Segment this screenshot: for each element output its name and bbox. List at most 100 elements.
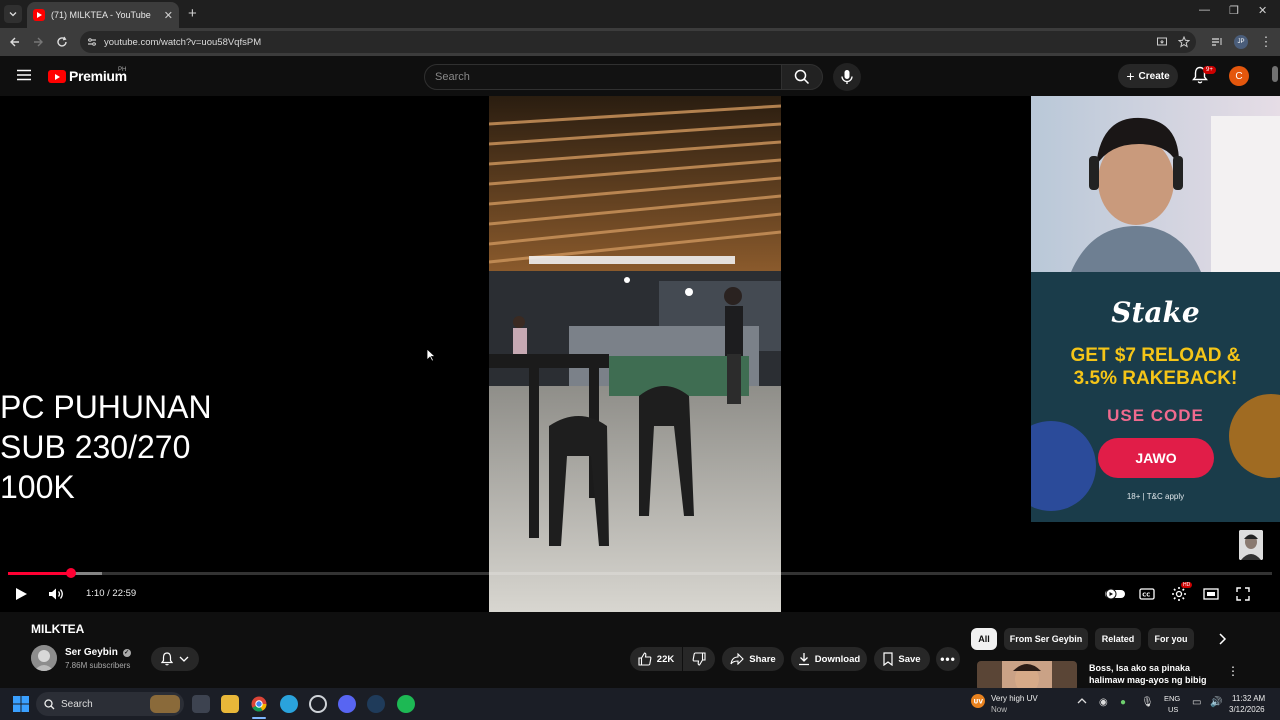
save-button[interactable]: Save <box>874 647 930 671</box>
theater-mode-button[interactable] <box>1202 585 1220 603</box>
chip-related[interactable]: Related <box>1095 628 1141 650</box>
mute-button[interactable] <box>47 585 65 603</box>
more-horizontal-icon: ••• <box>940 652 956 666</box>
thumbs-down-icon <box>692 652 706 666</box>
bookmark-icon <box>883 652 894 666</box>
ad-brand-logo: Stake <box>1111 296 1200 329</box>
thumbs-up-icon <box>638 652 652 666</box>
show-hidden-icons-icon[interactable] <box>1077 697 1087 705</box>
captions-button[interactable]: CC <box>1138 585 1156 603</box>
page-scrollbar[interactable] <box>1272 66 1278 82</box>
hamburger-menu-icon[interactable] <box>17 69 31 81</box>
video-player[interactable]: PC PUHUNAN SUB 230/270 100K Stake GET $7 <box>0 96 1280 612</box>
chip-from-channel[interactable]: From Ser Geybin <box>1004 628 1088 650</box>
share-button[interactable]: Share <box>722 647 784 671</box>
progress-track[interactable] <box>8 572 1272 575</box>
profile-button[interactable]: JP <box>1232 33 1250 51</box>
forward-arrow-icon[interactable] <box>29 33 47 51</box>
back-arrow-icon[interactable] <box>6 33 24 51</box>
end-screen-thumbnail[interactable] <box>1239 530 1263 560</box>
save-label: Save <box>898 653 921 665</box>
language-indicator[interactable]: ENG <box>1164 694 1180 703</box>
close-tab-icon[interactable]: ✕ <box>164 9 173 22</box>
chrome-icon[interactable] <box>250 695 268 713</box>
channel-avatar[interactable] <box>31 645 57 671</box>
channel-name[interactable]: Ser Geybin ✓ <box>65 647 131 658</box>
gear-icon <box>1172 587 1186 601</box>
autoplay-toggle[interactable] <box>1104 585 1126 603</box>
theater-mode-icon <box>1203 588 1219 600</box>
reload-icon[interactable] <box>53 33 71 51</box>
profile-avatar: JP <box>1234 35 1248 49</box>
time-display: 1:10 / 22:59 <box>86 588 137 599</box>
subscription-notify-button[interactable] <box>151 647 199 671</box>
progress-scrubber[interactable] <box>66 568 76 578</box>
create-button[interactable]: + Create <box>1118 64 1178 88</box>
search-button[interactable] <box>781 64 823 90</box>
steam-icon[interactable] <box>367 695 385 713</box>
microphone-tray-icon[interactable]: 🎙 <box>1141 697 1154 708</box>
video-frame[interactable] <box>489 96 781 612</box>
restore-window-button[interactable]: ❐ <box>1229 4 1239 17</box>
download-button[interactable]: Download <box>791 647 867 671</box>
like-button[interactable]: 22K <box>630 647 682 671</box>
recommended-video-title[interactable]: Boss, Isa ako sa pinaka halimaw mag-ayos… <box>1089 662 1219 686</box>
search-input[interactable] <box>435 71 781 83</box>
discord-icon[interactable] <box>338 695 356 713</box>
play-button[interactable] <box>12 585 30 603</box>
volume-tray-icon[interactable]: 🔊 <box>1210 697 1222 708</box>
chip-for-you[interactable]: For you <box>1148 628 1194 650</box>
media-controls-icon[interactable] <box>1208 33 1226 51</box>
bookmark-star-icon[interactable] <box>1178 36 1190 48</box>
task-view-icon[interactable] <box>192 695 210 713</box>
install-app-icon[interactable] <box>1156 36 1168 48</box>
app-tray-icon[interactable]: ● <box>1120 697 1126 708</box>
chevron-down-icon <box>179 656 189 662</box>
close-window-button[interactable]: ✕ <box>1258 4 1267 17</box>
app-icon-chatgpt[interactable] <box>309 695 327 713</box>
search-box[interactable] <box>424 64 782 90</box>
chips-next-arrow-icon[interactable] <box>1216 632 1228 646</box>
more-actions-button[interactable]: ••• <box>936 647 960 671</box>
new-tab-button[interactable]: + <box>188 5 197 22</box>
file-explorer-icon[interactable] <box>221 695 239 713</box>
video-scene-image <box>489 96 781 612</box>
youtube-logo-icon[interactable] <box>48 70 66 83</box>
create-label: Create <box>1138 70 1170 82</box>
browser-tab-youtube[interactable]: (71) MILKTEA - YouTube ✕ <box>27 2 179 28</box>
ad-disclaimer: 18+ | T&C apply <box>1126 492 1185 501</box>
share-label: Share <box>749 653 776 665</box>
site-info-icon[interactable] <box>87 37 97 47</box>
channel-name-text: Ser Geybin <box>65 647 118 658</box>
recommended-more-icon[interactable]: ⋮ <box>1227 664 1239 678</box>
windows-start-icon[interactable] <box>12 695 30 713</box>
user-avatar[interactable]: C <box>1229 66 1249 86</box>
clock-time[interactable]: 11:32 AM <box>1232 694 1265 703</box>
weather-icon[interactable]: UV <box>970 693 986 709</box>
autoplay-toggle-icon <box>1105 588 1125 600</box>
ad-code-button[interactable]: JAWO <box>1098 438 1214 478</box>
taskbar-search[interactable]: Search <box>36 692 184 716</box>
address-bar[interactable]: youtube.com/watch?v=uou58VqfsPM <box>80 31 1196 53</box>
ad-headline: GET $7 RELOAD & 3.5% RAKEBACK! <box>1031 344 1280 390</box>
share-arrow-icon <box>730 653 745 665</box>
clock-date: 3/12/2026 <box>1229 705 1265 714</box>
minimize-window-button[interactable]: — <box>1199 4 1210 16</box>
svg-text:UV: UV <box>974 699 984 706</box>
subscriber-count: 7.86M subscribers <box>65 661 131 670</box>
browser-menu-icon[interactable]: ⋮ <box>1257 33 1275 51</box>
weather-time: Now <box>991 705 1008 714</box>
voice-search-button[interactable] <box>833 63 861 91</box>
tab-search-button[interactable] <box>4 5 22 23</box>
hd-badge-icon: HD <box>1181 582 1193 588</box>
display-tray-icon[interactable]: ▭ <box>1192 697 1201 708</box>
telegram-icon[interactable] <box>280 695 298 713</box>
logo-region-code: PH <box>118 67 127 73</box>
fullscreen-button[interactable] <box>1234 585 1252 603</box>
settings-button[interactable]: HD <box>1170 582 1193 603</box>
recommended-video-thumbnail[interactable] <box>977 661 1077 691</box>
spotify-icon[interactable] <box>397 695 415 713</box>
dislike-button[interactable] <box>683 647 715 671</box>
chip-all[interactable]: All <box>971 628 997 650</box>
network-tray-icon[interactable]: ◉ <box>1099 697 1108 708</box>
